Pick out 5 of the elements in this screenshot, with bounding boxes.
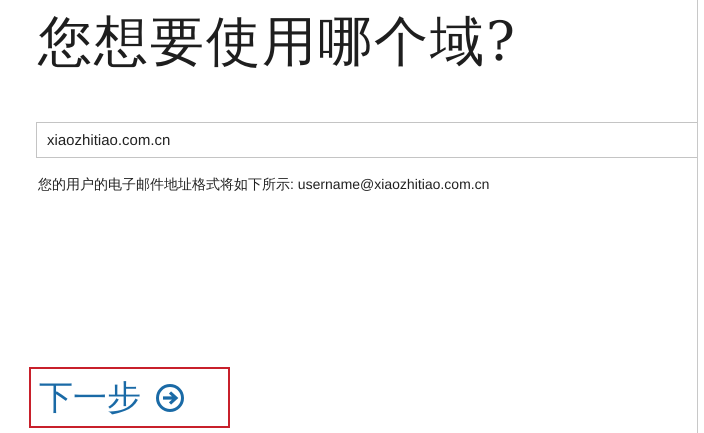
next-button[interactable]: 下一步 xyxy=(39,374,185,420)
hint-text: 您的用户的电子邮件地址格式将如下所示: username@xiaozhitiao.com.cn xyxy=(38,176,490,194)
arrow-right-circle-icon xyxy=(155,382,185,412)
page-title: 您想要使用哪个域? xyxy=(38,9,518,75)
domain-input-field[interactable]: xiaozhitiao.com.cn xyxy=(36,122,697,158)
